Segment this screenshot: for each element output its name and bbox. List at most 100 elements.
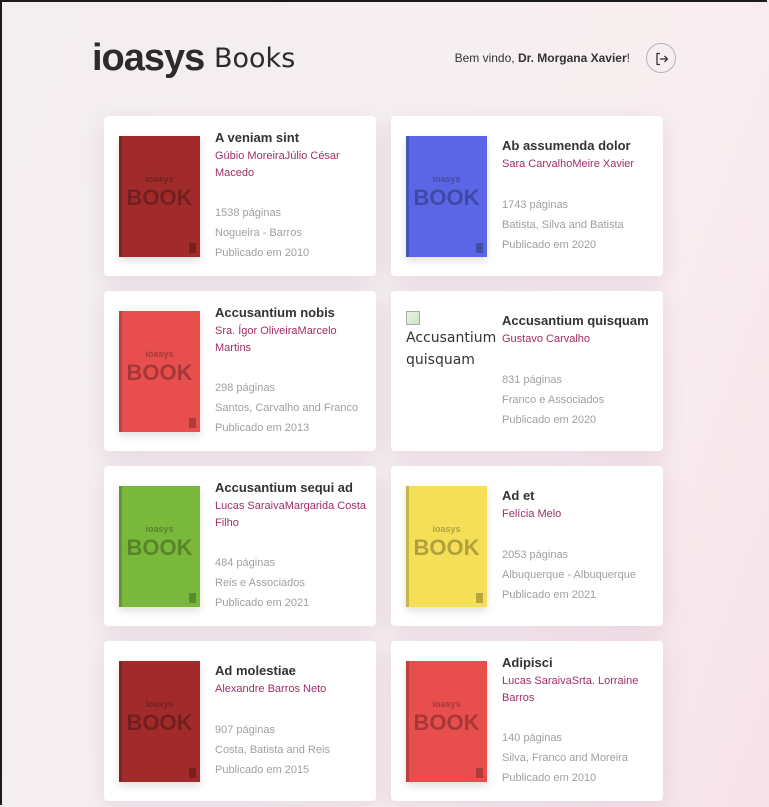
book-info: Accusantium quisquam Gustavo Carvalho <box>502 313 660 348</box>
book-publisher: Costa, Batista and Reis <box>215 744 330 756</box>
book-title: Accusantium nobis <box>215 305 335 320</box>
book-published: Publicado em 2010 <box>502 772 597 784</box>
book-authors: Alexandre Barros Neto <box>215 683 327 695</box>
cover-word: BOOK <box>126 360 193 385</box>
book-publisher: Santos, Carvalho and Franco <box>215 402 359 414</box>
book-title: A veniam sint <box>215 130 300 145</box>
book-pages: 298 páginas <box>215 382 275 394</box>
cover-word: BOOK <box>413 535 480 560</box>
book-meta: 1538 páginas Nogueira - Barros Publicado… <box>215 203 309 263</box>
book-pages: 831 páginas <box>502 374 562 386</box>
cover-word: BOOK <box>413 710 480 735</box>
book-cover: ioasys BOOK <box>119 661 200 782</box>
cover-word: BOOK <box>126 710 193 735</box>
book-pages: 2053 páginas <box>502 549 569 561</box>
book-meta: 2053 páginas Albuquerque - Albuquerque P… <box>502 545 636 605</box>
book-authors: Felícia Melo <box>502 508 562 520</box>
logout-icon <box>656 52 669 66</box>
cover-mark <box>189 593 196 603</box>
cover-mark <box>476 768 483 778</box>
book-publisher: Nogueira - Barros <box>215 227 302 239</box>
book-cover: ioasys BOOK <box>406 661 487 782</box>
book-meta: 831 páginas Franco e Associados Publicad… <box>502 370 604 430</box>
book-card[interactable]: ioasys BOOK Accusantium sequi ad Lucas S… <box>104 466 376 626</box>
book-pages: 1538 páginas <box>215 207 282 219</box>
cover-brand: ioasys <box>145 524 174 534</box>
cover-mark <box>189 418 196 428</box>
cover-mark <box>189 243 196 253</box>
book-publisher: Silva, Franco and Moreira <box>502 752 628 764</box>
cover-word: BOOK <box>413 185 480 210</box>
logout-button[interactable] <box>646 43 676 73</box>
book-published: Publicado em 2010 <box>215 247 310 259</box>
book-published: Publicado em 2021 <box>502 589 597 601</box>
book-title: Ab assumenda dolor <box>502 138 631 153</box>
book-info: Ab assumenda dolor Sara CarvalhoMeire Xa… <box>502 138 660 173</box>
book-publisher: Franco e Associados <box>502 394 605 406</box>
book-pages: 484 páginas <box>215 557 275 569</box>
book-meta: 907 páginas Costa, Batista and Reis Publ… <box>215 720 330 780</box>
book-cover: ioasys BOOK <box>406 136 487 257</box>
book-authors: Gúbio MoreiraJúlio César Macedo <box>215 150 340 179</box>
cover-brand: ioasys <box>145 349 174 359</box>
book-card[interactable]: ioasys BOOK Adipisci Lucas SaraivaSrta. … <box>391 641 663 801</box>
book-card[interactable]: ioasys BOOK Ab assumenda dolor Sara Carv… <box>391 116 663 276</box>
welcome-suffix: ! <box>626 51 630 65</box>
book-authors: Lucas SaraivaMargarida Costa Filho <box>215 500 367 529</box>
book-title: Ad et <box>502 488 535 503</box>
cover-brand: ioasys <box>432 524 461 534</box>
book-info: Accusantium nobis Sra. Ígor OliveiraMarc… <box>215 305 373 357</box>
book-published: Publicado em 2015 <box>215 764 310 776</box>
book-info: Ad et Felícia Melo <box>502 488 660 523</box>
broken-image-icon <box>406 311 420 325</box>
book-cover-broken-image: Accusantium quisquam <box>406 311 496 381</box>
book-card[interactable]: ioasys BOOK Ad molestiae Alexandre Barro… <box>104 641 376 801</box>
user-name: Dr. Morgana Xavier <box>517 51 627 65</box>
logo-suffix: Books <box>214 43 296 74</box>
book-authors: Lucas SaraivaSrta. Lorraine Barros <box>502 675 639 704</box>
book-cover: ioasys BOOK <box>119 136 200 257</box>
logo: ioasys <box>92 37 205 79</box>
book-card[interactable]: ioasys BOOK Ad et Felícia Melo 2053 pági… <box>391 466 663 626</box>
cover-mark <box>189 768 196 778</box>
book-published: Publicado em 2020 <box>502 239 597 251</box>
book-authors: Gustavo Carvalho <box>502 333 591 345</box>
book-publisher: Batista, Silva and Batista <box>502 219 624 231</box>
book-card[interactable]: Accusantium quisquam Accusantium quisqua… <box>391 291 663 451</box>
book-publisher: Albuquerque - Albuquerque <box>502 569 636 581</box>
book-cover: ioasys BOOK <box>119 311 200 432</box>
book-cover: ioasys BOOK <box>119 486 200 607</box>
book-title: Accusantium quisquam <box>502 313 649 328</box>
cover-brand: ioasys <box>432 174 461 184</box>
book-pages: 1743 páginas <box>502 199 569 211</box>
cover-alt-text: Accusantium quisquam <box>406 330 497 368</box>
book-title: Accusantium sequi ad <box>215 480 353 495</box>
book-published: Publicado em 2020 <box>502 414 597 426</box>
cover-brand: ioasys <box>145 699 174 709</box>
book-title: Ad molestiae <box>215 663 296 678</box>
book-meta: 298 páginas Santos, Carvalho and Franco … <box>215 378 358 438</box>
cover-mark <box>476 593 483 603</box>
cover-word: BOOK <box>126 535 193 560</box>
book-info: Adipisci Lucas SaraivaSrta. Lorraine Bar… <box>502 655 660 707</box>
cover-word: BOOK <box>126 185 193 210</box>
book-meta: 484 páginas Reis e Associados Publicado … <box>215 553 309 613</box>
book-published: Publicado em 2021 <box>215 597 310 609</box>
header: ioasys Books Bem vindo, Dr. Morgana Xavi… <box>92 36 678 84</box>
welcome-text: Bem vindo, Dr. Morgana Xavier! <box>455 51 630 65</box>
book-published: Publicado em 2013 <box>215 422 310 434</box>
book-pages: 907 páginas <box>215 724 275 736</box>
book-title: Adipisci <box>502 655 553 670</box>
book-meta: 140 páginas Silva, Franco and Moreira Pu… <box>502 728 628 788</box>
book-card[interactable]: ioasys BOOK Accusantium nobis Sra. Ígor … <box>104 291 376 451</box>
book-info: A veniam sint Gúbio MoreiraJúlio César M… <box>215 130 373 182</box>
book-pages: 140 páginas <box>502 732 562 744</box>
cover-brand: ioasys <box>145 174 174 184</box>
cover-mark <box>476 243 483 253</box>
book-authors: Sara CarvalhoMeire Xavier <box>502 158 635 170</box>
cover-brand: ioasys <box>432 699 461 709</box>
book-publisher: Reis e Associados <box>215 577 305 589</box>
book-meta: 1743 páginas Batista, Silva and Batista … <box>502 195 624 255</box>
book-authors: Sra. Ígor OliveiraMarcelo Martins <box>215 325 337 354</box>
book-card[interactable]: ioasys BOOK A veniam sint Gúbio MoreiraJ… <box>104 116 376 276</box>
